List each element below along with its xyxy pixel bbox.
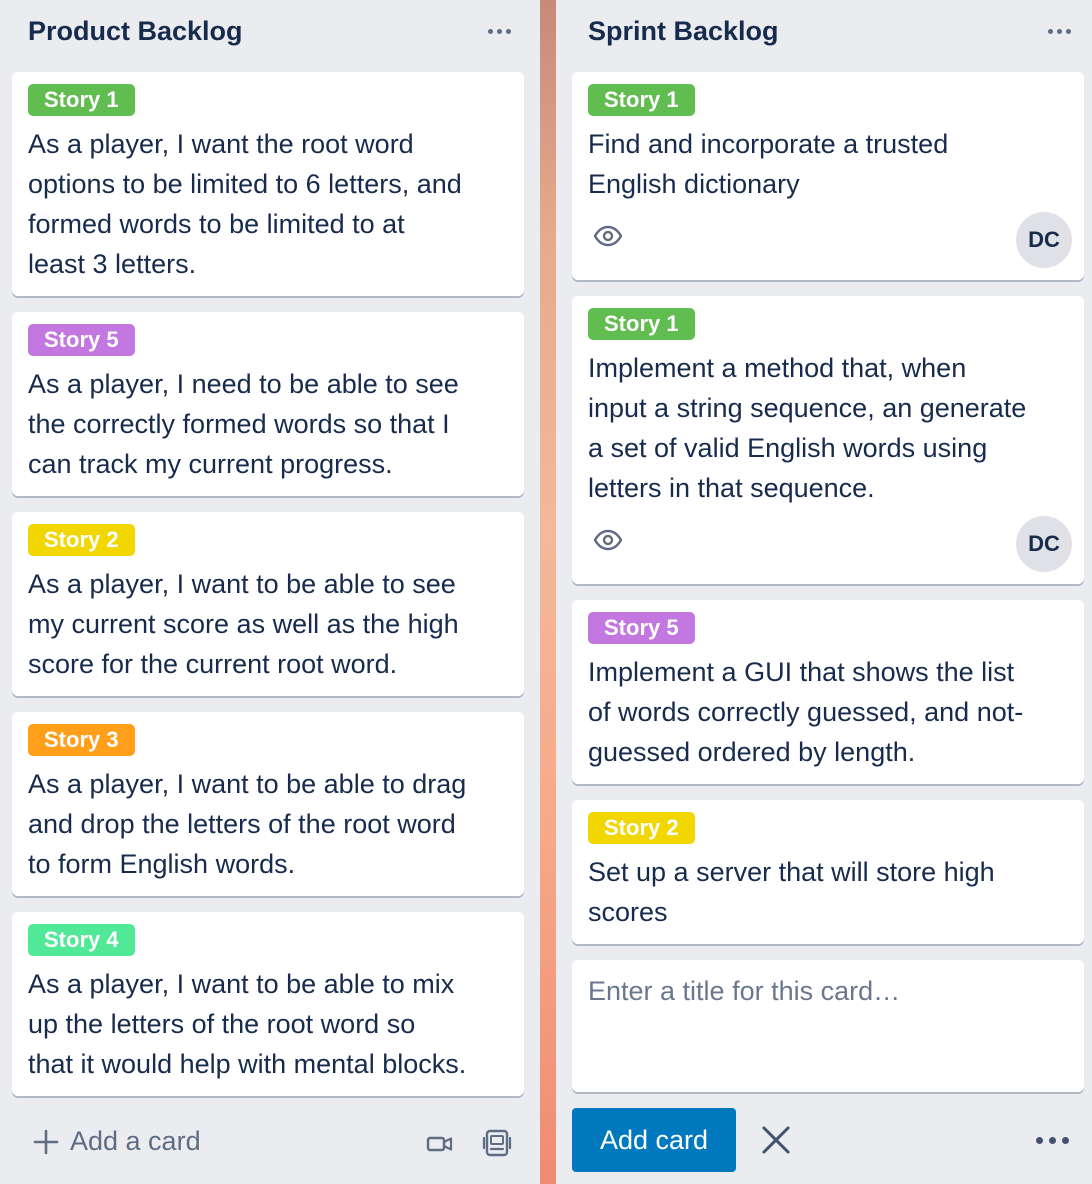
more-options-icon[interactable]	[1030, 1124, 1074, 1156]
card-title: Implement a method that, when input a st…	[588, 353, 1027, 503]
close-icon[interactable]	[758, 1122, 794, 1158]
list-header: Product Backlog	[0, 0, 540, 64]
card-label: Story 5	[588, 612, 695, 644]
card-label: Story 2	[28, 524, 135, 556]
card-story-2-server[interactable]: Story 2 Set up a server that will store …	[572, 800, 1084, 944]
card-title: As a player, I want to be able to drag a…	[28, 769, 467, 879]
card-title: As a player, I want to be able to see my…	[28, 569, 459, 679]
eye-icon	[593, 225, 623, 247]
card-label: Story 5	[28, 324, 135, 356]
card-title: As a player, I need to be able to see th…	[28, 369, 459, 479]
card-story-4-shuffle[interactable]: Story 4 As a player, I want to be able t…	[12, 912, 524, 1096]
card-story-1-dictionary[interactable]: Story 1 Find and incorporate a trusted E…	[572, 72, 1084, 280]
card-story-1-root-word[interactable]: Story 1 As a player, I want the root wor…	[12, 72, 524, 296]
list-header: Sprint Backlog	[556, 0, 1092, 64]
card-label: Story 1	[588, 84, 695, 116]
card-label: Story 2	[588, 812, 695, 844]
card-title: As a player, I want the root word option…	[28, 129, 462, 279]
card-template-icon[interactable]	[482, 1128, 512, 1158]
card-label: Story 4	[28, 924, 135, 956]
add-a-card-label: Add a card	[70, 1126, 201, 1156]
card-title-input[interactable]	[588, 976, 1068, 1076]
video-icon[interactable]	[426, 1130, 454, 1158]
list-title[interactable]: Product Backlog	[28, 16, 243, 47]
card-title: Implement a GUI that shows the list of w…	[588, 657, 1024, 767]
list-title[interactable]: Sprint Backlog	[588, 16, 779, 47]
product-backlog-list: Product Backlog Story 1 As a player, I w…	[0, 0, 540, 1184]
card-story-3-drag-drop[interactable]: Story 3 As a player, I want to be able t…	[12, 712, 524, 896]
avatar[interactable]: DC	[1016, 212, 1072, 268]
list-menu-icon[interactable]	[484, 16, 514, 46]
card-story-1-word-generator[interactable]: Story 1 Implement a method that, when in…	[572, 296, 1084, 584]
sprint-backlog-list: Sprint Backlog Story 1 Find and incorpor…	[556, 0, 1092, 1184]
avatar[interactable]: DC	[1016, 516, 1072, 572]
list-menu-icon[interactable]	[1044, 16, 1074, 46]
card-label: Story 1	[28, 84, 135, 116]
card-title: As a player, I want to be able to mix up…	[28, 969, 467, 1079]
card-composer	[572, 960, 1084, 1092]
add-a-card-button[interactable]: Add a card	[32, 1126, 201, 1157]
card-label: Story 3	[28, 724, 135, 756]
card-label: Story 1	[588, 308, 695, 340]
card-story-5-formed-words[interactable]: Story 5 As a player, I need to be able t…	[12, 312, 524, 496]
card-story-2-score[interactable]: Story 2 As a player, I want to be able t…	[12, 512, 524, 696]
eye-icon	[593, 529, 623, 551]
card-title: Set up a server that will store high sco…	[588, 857, 995, 927]
card-story-5-gui[interactable]: Story 5 Implement a GUI that shows the l…	[572, 600, 1084, 784]
card-title: Find and incorporate a trusted English d…	[588, 129, 949, 199]
plus-icon	[33, 1129, 59, 1154]
add-card-button[interactable]: Add card	[572, 1108, 736, 1172]
add-card-row: Add a card	[28, 1120, 528, 1168]
